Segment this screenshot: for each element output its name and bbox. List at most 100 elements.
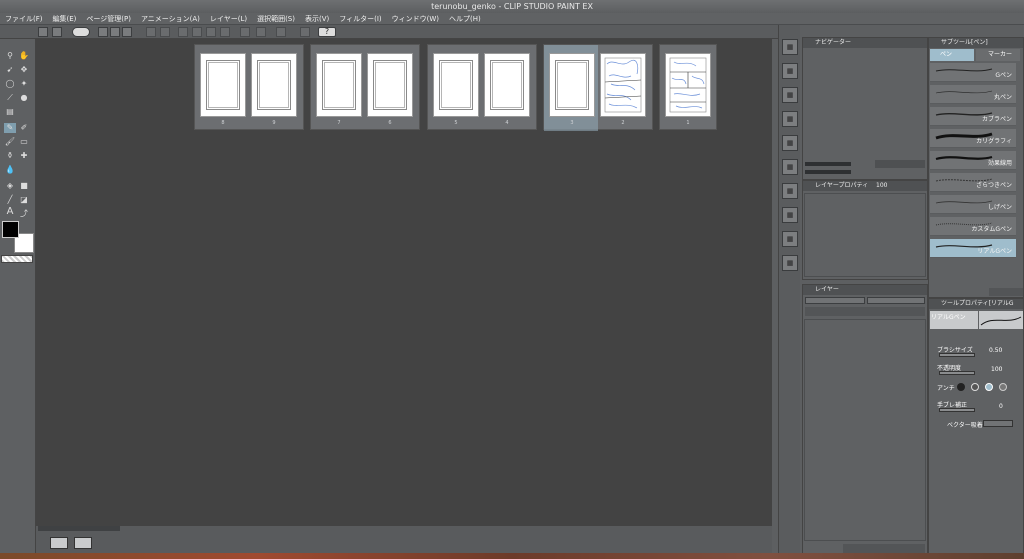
open-icon[interactable] [110,27,120,37]
brush-row-selected[interactable]: リアルGペン [930,239,1016,258]
hand-icon[interactable]: ✋ [18,51,30,61]
text-icon[interactable]: A [4,207,16,217]
brush-size-value[interactable]: 0.50 [989,347,1002,354]
page-thumbnail[interactable] [251,53,297,117]
layer-toolbar[interactable] [805,307,925,316]
frame-icon[interactable]: ◪ [18,195,30,205]
brush-row[interactable]: 効果線用 [930,151,1016,170]
navigator-rotate-slider[interactable] [805,170,851,174]
layer-tab[interactable]: レイヤー [803,285,927,295]
deselect-icon[interactable] [300,27,310,37]
correct-line-icon[interactable]: ⤴ [18,209,30,219]
timeline-icon[interactable] [50,537,68,549]
blend-icon[interactable]: 💧 [4,165,16,175]
brush-row[interactable]: カブラペン [930,107,1016,126]
help-icon[interactable]: ? [318,27,336,37]
decoration-icon[interactable]: ✚ [18,151,30,161]
color-set-icon[interactable]: ▦ [782,135,798,151]
balloon-icon[interactable]: ● [18,93,30,103]
navigator-icon[interactable]: ▦ [782,39,798,55]
zoom-slider[interactable] [38,526,120,531]
color-wheel-icon[interactable]: ▦ [782,111,798,127]
layer-icon[interactable]: ▦ [782,159,798,175]
auto-action-icon[interactable]: ▦ [782,255,798,271]
brush-row[interactable]: Gペン [930,63,1016,82]
ruler-icon[interactable]: ▤ [4,107,16,117]
brush-size-slider[interactable] [939,353,975,357]
animation-icon[interactable]: ▦ [782,231,798,247]
menu-selection[interactable]: 選択範囲(S) [252,13,300,25]
cut-icon[interactable] [192,27,202,37]
navigator-buttons[interactable] [875,160,925,168]
lasso-icon[interactable]: ◯ [4,79,16,89]
vector-snap-options[interactable] [983,420,1013,427]
stabilization-value[interactable]: 0 [999,403,1003,410]
fill-icon[interactable] [240,27,250,37]
new-icon[interactable] [98,27,108,37]
page-thumbnail-sketch[interactable] [600,53,646,117]
subtool-tab-pen[interactable]: ペン [930,49,974,61]
brush-icon[interactable]: 🖌 [4,137,16,147]
redo-icon[interactable] [160,27,170,37]
subtool-tab-marker[interactable]: マーカー [976,49,1020,61]
airbrush-icon[interactable]: ⚱ [4,151,16,161]
menu-edit[interactable]: 編集(E) [48,13,82,25]
select-icon[interactable] [256,27,266,37]
opacity-value[interactable]: 100 [991,366,1002,373]
spread-5[interactable]: 1 [659,44,717,130]
navigator-zoom-slider[interactable] [805,162,851,166]
brush-row[interactable]: ざらつきペン [930,173,1016,192]
save-icon[interactable] [122,27,132,37]
history-icon[interactable]: ▦ [782,207,798,223]
spread-1[interactable]: 8 9 [194,44,304,130]
spread-4-selected[interactable]: 3 2 [543,44,653,131]
camera-icon[interactable] [74,537,92,549]
material-icon[interactable]: ▦ [782,183,798,199]
brush-row[interactable]: カスタムGペン [930,217,1016,236]
antialias-none-icon[interactable] [957,383,965,391]
opacity-slider[interactable] [867,297,925,304]
gradient-icon[interactable]: ■ [18,181,30,191]
undo-icon[interactable] [146,27,156,37]
view-icon[interactable] [52,27,62,37]
menu-page[interactable]: ページ管理(P) [81,13,136,25]
tool-property-icon[interactable]: ▦ [782,87,798,103]
brush-row[interactable]: しげペン [930,195,1016,214]
menu-animation[interactable]: アニメーション(A) [136,13,205,25]
brush-row[interactable]: 丸ペン [930,85,1016,104]
stabilization-slider[interactable] [939,408,975,412]
main-color-swatch[interactable] [2,221,19,238]
antialias-high-icon[interactable] [999,383,1007,391]
spread-2[interactable]: 7 6 [310,44,420,130]
menu-window[interactable]: ウィンドウ(W) [387,13,444,25]
eraser-icon[interactable]: ▭ [18,137,30,147]
menu-view[interactable]: 表示(V) [300,13,334,25]
menu-layer[interactable]: レイヤー(L) [205,13,252,25]
eyedropper-icon[interactable]: ⟋ [4,93,16,103]
page-thumbnail-sketch[interactable] [665,53,711,117]
auto-select-icon[interactable]: ✦ [18,79,30,89]
subtool-buttons[interactable] [989,288,1023,296]
page-thumbnail[interactable] [200,53,246,117]
clear-icon[interactable] [178,27,188,37]
show-icon[interactable] [72,27,90,37]
figure-icon[interactable]: ╱ [4,195,16,205]
opacity-slider[interactable] [939,371,975,375]
copy-icon[interactable] [206,27,216,37]
page-thumbnail[interactable] [484,53,530,117]
spread-3[interactable]: 5 4 [427,44,537,130]
pencil-icon[interactable]: ✐ [18,123,30,133]
subtool-icon[interactable]: ▦ [782,63,798,79]
menu-help[interactable]: ヘルプ(H) [444,13,486,25]
page-thumbnail[interactable] [367,53,413,117]
zoom-icon[interactable]: ⚲ [4,51,16,61]
fill-tool-icon[interactable]: ◈ [4,181,16,191]
page-thumbnail[interactable] [549,53,595,117]
grid-icon[interactable] [38,27,48,37]
operation-icon[interactable]: ➹ [4,65,16,75]
transform-icon[interactable] [276,27,286,37]
brush-row[interactable]: カリグラフィ [930,129,1016,148]
paste-icon[interactable] [220,27,230,37]
transparent-color-swatch[interactable] [1,255,33,263]
antialias-low-icon[interactable] [971,383,979,391]
